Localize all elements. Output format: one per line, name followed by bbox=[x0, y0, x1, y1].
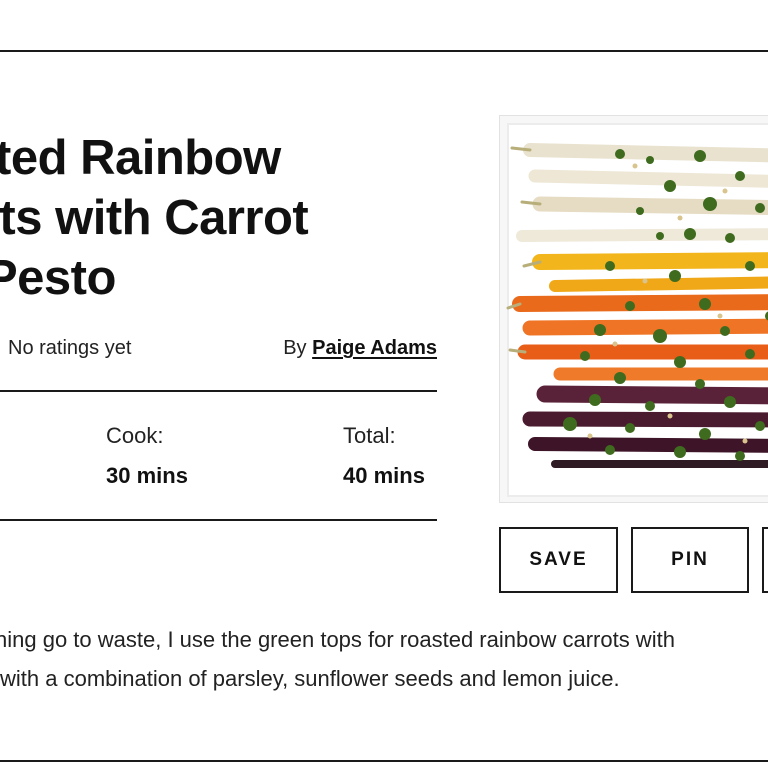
save-button[interactable]: SAVE bbox=[499, 527, 618, 593]
description-line: hing go to waste, I use the green tops f… bbox=[0, 627, 675, 652]
cook-time: Cook: 30 mins bbox=[106, 423, 188, 489]
description-line: with a combination of parsley, sunflower… bbox=[0, 666, 620, 691]
meta-divider-bottom bbox=[0, 519, 437, 521]
byline-prefix: By bbox=[283, 337, 307, 359]
byline: By Paige Adams bbox=[283, 337, 437, 360]
meta-divider-top bbox=[0, 390, 437, 392]
recipe-title-line: ots with Carrot bbox=[0, 191, 309, 245]
total-time-label: Total: bbox=[343, 423, 396, 448]
recipe-title-line: ted Rainbow bbox=[0, 131, 281, 185]
pin-button[interactable]: PIN bbox=[631, 527, 749, 593]
cook-time-label: Cook: bbox=[106, 423, 164, 448]
recipe-photo bbox=[499, 115, 768, 503]
recipe-title: ted Rainbow ots with Carrot Pesto bbox=[0, 128, 440, 308]
recipe-description: hing go to waste, I use the green tops f… bbox=[0, 620, 768, 698]
ratings-text: No ratings yet bbox=[8, 337, 132, 359]
recipe-title-line: Pesto bbox=[0, 251, 116, 305]
author-link[interactable]: Paige Adams bbox=[312, 337, 437, 359]
total-time-value: 40 mins bbox=[343, 463, 425, 488]
cook-time-value: 30 mins bbox=[106, 463, 188, 488]
footer-divider bbox=[0, 760, 768, 762]
total-time: Total: 40 mins bbox=[343, 423, 425, 489]
header-divider bbox=[0, 50, 768, 52]
more-button[interactable] bbox=[762, 527, 768, 593]
